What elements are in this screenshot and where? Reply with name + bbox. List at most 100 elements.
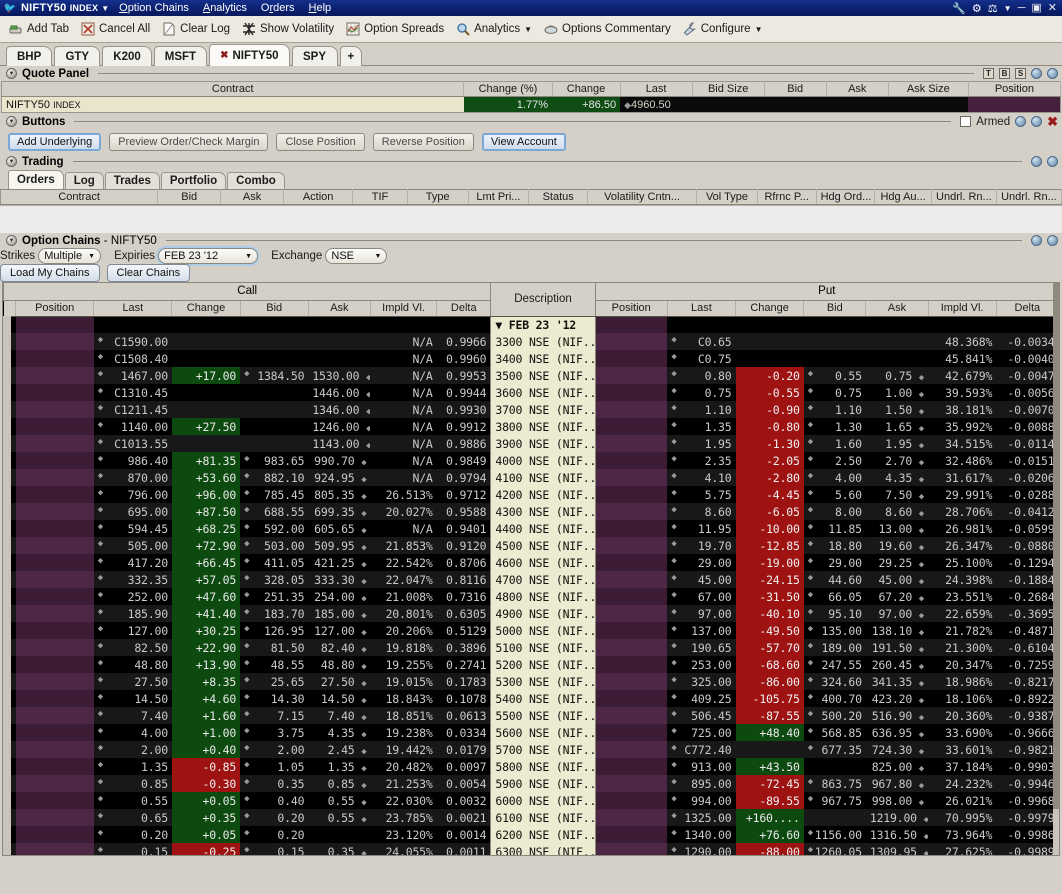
quote-panel-button-b[interactable]: B (999, 68, 1010, 79)
expiries-select[interactable]: FEB 23 '12 ▼ (158, 248, 259, 264)
option-chain-row[interactable]: ◆ 127.00 +30.25 ◆ 126.95 127.00 ◆ 20.206% 0.5… (3, 622, 1059, 639)
put-col-change[interactable]: Change (735, 300, 805, 317)
toolbar-option-spreads[interactable]: Option Spreads (341, 20, 449, 38)
strike-description-cell[interactable]: 4800 NSE (NIF... (490, 588, 596, 605)
option-chain-row[interactable]: ◆ 82.50 +22.90 ◆ 81.50 82.40 ◆ 19.818% 0.3896… (3, 639, 1059, 656)
col-hdg-au[interactable]: Hdg Au... (874, 189, 932, 205)
option-chain-row[interactable]: ◆ 986.40 +81.35 ◆ 983.65 990.70 ◆ N/A 0.9849 4… (3, 452, 1059, 469)
put-position-cell[interactable] (595, 826, 668, 843)
put-position-cell[interactable] (595, 605, 668, 622)
option-chain-row[interactable]: ◆ 417.20 +66.45 ◆ 411.05 421.25 ◆ 22.542% 0.8… (3, 554, 1059, 571)
option-chain-row[interactable]: ◆ 1140.00+27.50 1246.00 ◆N/A0.99123800 NS… (3, 418, 1059, 435)
put-position-cell[interactable] (595, 452, 668, 469)
expiry-group-label[interactable]: ▼ FEB 23 '12 (490, 316, 596, 333)
put-position-cell[interactable] (595, 656, 668, 673)
put-position-cell[interactable] (595, 469, 668, 486)
put-position-cell[interactable] (595, 401, 668, 418)
menu-orders[interactable]: Orders (261, 2, 295, 14)
trading-panel-collapse-icon[interactable]: ▼ (6, 156, 17, 167)
strike-description-cell[interactable]: 4300 NSE (NIF... (490, 503, 596, 520)
call-position-cell[interactable] (15, 486, 94, 503)
toolbar-options-commentary[interactable]: Options Commentary (539, 20, 676, 38)
menu-option-chains[interactable]: Option Chains (119, 2, 189, 14)
col-hdg-ord[interactable]: Hdg Ord... (816, 189, 876, 205)
option-chain-row[interactable]: ◆ C1013.55 1143.00 ◆N/A0.98863900 NSE (NI… (3, 435, 1059, 452)
network-icon[interactable]: ⚙ (972, 2, 982, 15)
tab-gty[interactable]: GTY (54, 46, 101, 66)
maximize-button[interactable]: ▣ (1031, 2, 1041, 14)
call-position-cell[interactable] (15, 826, 94, 843)
strike-description-cell[interactable]: 4500 NSE (NIF... (490, 537, 596, 554)
call-col-last[interactable]: Last (93, 300, 173, 317)
view-account-button[interactable]: View Account (481, 132, 566, 151)
strike-description-cell[interactable]: 3900 NSE (NIF... (490, 435, 596, 452)
strike-description-cell[interactable]: 3500 NSE (NIF... (490, 367, 596, 384)
put-position-cell[interactable] (595, 554, 668, 571)
option-chain-row[interactable]: ◆ 252.00 +47.60 ◆ 251.35 254.00 ◆ 21.008% 0.7… (3, 588, 1059, 605)
option-chain-row[interactable]: ◆ C1508.40 N/A 0.9960 3400 NSE (NIF... ◆ C0.… (3, 350, 1059, 367)
expiry-group-row[interactable]: ▼ FEB 23 '12 (3, 316, 1059, 333)
put-col-last[interactable]: Last (667, 300, 737, 317)
preview-order-check-margin-button[interactable]: Preview Order/Check Margin (109, 132, 269, 151)
exchange-select[interactable]: NSE ▼ (325, 248, 388, 264)
toolbar-show-volatility[interactable]: Show Volatility (237, 20, 339, 38)
put-position-cell[interactable] (595, 775, 668, 792)
put-position-cell[interactable] (595, 418, 668, 435)
tab-spy[interactable]: SPY (291, 46, 338, 66)
title-dropdown-icon[interactable]: ▼ (101, 4, 109, 13)
close-position-button[interactable]: Close Position (276, 132, 365, 151)
option-chain-row[interactable]: ◆ 1467.00+17.00◆ 1384.501530.00 ◆N/A0.99… (3, 367, 1059, 384)
trading-tab-portfolio[interactable]: Portfolio (160, 172, 227, 189)
put-position-cell[interactable] (595, 843, 668, 855)
call-position-cell[interactable] (15, 792, 94, 809)
put-position-cell[interactable] (595, 673, 668, 690)
call-position-cell[interactable] (15, 707, 94, 724)
toolbar-analytics-chevron-down-icon[interactable]: ▼ (524, 25, 532, 34)
call-position-cell[interactable] (15, 605, 94, 622)
col-vol-type[interactable]: Vol Type (696, 189, 758, 205)
quote-panel-collapse-icon[interactable]: ▼ (6, 68, 17, 79)
strike-description-cell[interactable]: 5900 NSE (NIF... (490, 775, 596, 792)
option-chain-row[interactable]: ◆ 796.00 +96.00 ◆ 785.45 805.35 ◆ 26.513% 0.9… (3, 486, 1059, 503)
option-chain-row[interactable]: ◆ 505.00 +72.90 ◆ 503.00 509.95 ◆ 21.853% 0.9… (3, 537, 1059, 554)
call-position-cell[interactable] (15, 775, 94, 792)
put-position-cell[interactable] (595, 367, 668, 384)
col-lmt-price[interactable]: Lmt Pri... (468, 189, 530, 205)
strike-description-cell[interactable]: 3700 NSE (NIF... (490, 401, 596, 418)
option-chain-row[interactable]: ◆ 7.40 +1.60 ◆ 7.15 7.40 ◆ 18.851% 0.0613 5500… (3, 707, 1059, 724)
quote-row-nifty50[interactable]: NIFTY50 INDEX 1.77% +86.50 ◆4960.50 (1, 96, 1061, 113)
col-bid[interactable]: Bid (157, 189, 222, 205)
put-position-cell[interactable] (595, 333, 668, 350)
strike-description-cell[interactable]: 5300 NSE (NIF... (490, 673, 596, 690)
call-position-cell[interactable] (15, 333, 94, 350)
option-chain-row[interactable]: ◆ C1310.45 1446.00 ◆N/A0.99443600 NSE (NI… (3, 384, 1059, 401)
strike-description-cell[interactable]: 3400 NSE (NIF... (490, 350, 596, 367)
put-position-cell[interactable] (595, 792, 668, 809)
pin-icon[interactable]: ⚖ (988, 2, 998, 15)
col-tif[interactable]: TIF (352, 189, 408, 205)
col-change[interactable]: Change (552, 81, 621, 97)
call-position-cell[interactable] (15, 401, 94, 418)
put-position-cell[interactable] (595, 639, 668, 656)
option-chain-row[interactable]: ◆ 0.15 -0.25 ◆ 0.15 0.35 ◆ 24.055% 0.0011 6300… (3, 843, 1059, 855)
quote-panel-globe-icon[interactable] (1031, 68, 1042, 79)
toolbar-configure[interactable]: Configure ▼ (678, 20, 768, 38)
chain-vertical-scrollbar[interactable] (1053, 283, 1059, 855)
call-position-cell[interactable] (15, 809, 94, 826)
col-undrl-rn-1[interactable]: Undrl. Rn... (931, 189, 997, 205)
col-volatility-cntn[interactable]: Volatility Cntn... (587, 189, 698, 205)
call-position-cell[interactable] (15, 673, 94, 690)
option-chain-row[interactable]: ◆ 185.90 +41.40 ◆ 183.70 185.00 ◆ 20.801% 0.6… (3, 605, 1059, 622)
option-chain-row[interactable]: ◆ 48.80 +13.90 ◆ 48.55 48.80 ◆ 19.255% 0.2741… (3, 656, 1059, 673)
option-chain-row[interactable]: ◆ 4.00 +1.00 ◆ 3.75 4.35 ◆ 19.238% 0.0334 5600… (3, 724, 1059, 741)
strike-description-cell[interactable]: 3600 NSE (NIF... (490, 384, 596, 401)
put-position-cell[interactable] (595, 707, 668, 724)
toolbar-configure-chevron-down-icon[interactable]: ▼ (755, 25, 763, 34)
strike-description-cell[interactable]: 5000 NSE (NIF... (490, 622, 596, 639)
put-position-cell[interactable] (595, 520, 668, 537)
toolbar-cancel-all[interactable]: Cancel All (76, 20, 155, 38)
strike-description-cell[interactable]: 5700 NSE (NIF... (490, 741, 596, 758)
option-chain-row[interactable]: ◆ C1590.00 N/A 0.9966 3300 NSE (NIF... ◆ C0.… (3, 333, 1059, 350)
call-position-cell[interactable] (15, 622, 94, 639)
trading-tab-trades[interactable]: Trades (104, 172, 160, 189)
